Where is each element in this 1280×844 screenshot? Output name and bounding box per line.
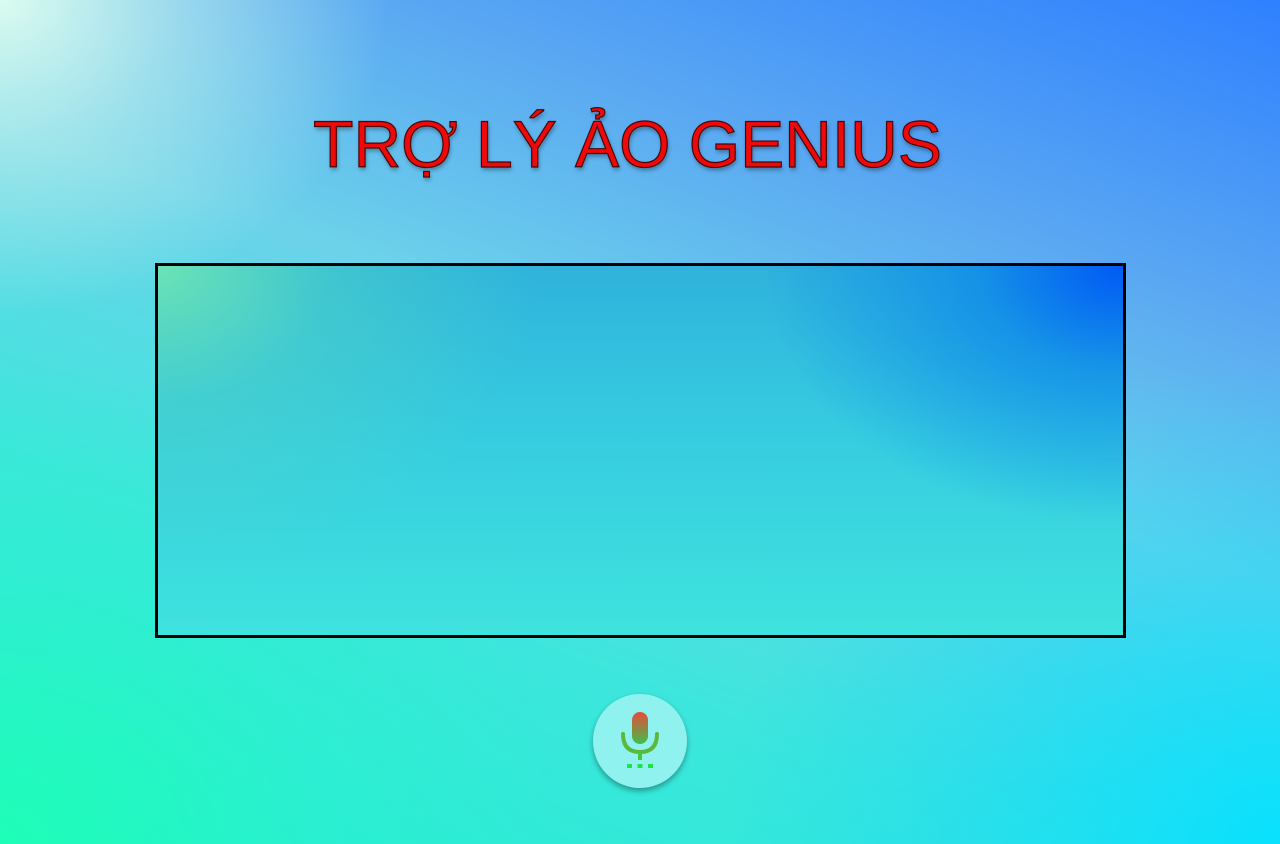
transcript-text <box>158 266 1123 635</box>
transcript-panel <box>155 263 1126 638</box>
microphone-icon <box>621 712 659 768</box>
microphone-button[interactable] <box>593 694 687 788</box>
page-title: TRỢ LÝ ẢO GENIUS <box>313 106 943 181</box>
